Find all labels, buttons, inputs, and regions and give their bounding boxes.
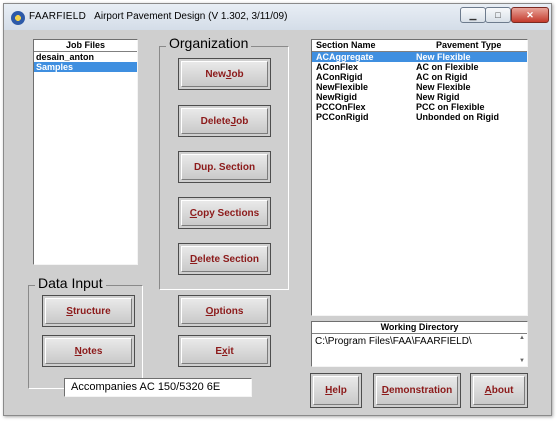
options-label-ul: O — [205, 305, 214, 317]
exit-button-label: Ex it — [181, 338, 268, 364]
section-list-header: Section Name Pavement Type — [312, 40, 527, 52]
exit-button[interactable]: Ex it — [178, 335, 271, 367]
section-row[interactable]: AConRigid AC on Rigid — [312, 72, 527, 82]
dup-section-label-pre: Dup. Section — [193, 161, 256, 173]
section-name: AConFlex — [316, 62, 359, 72]
help-button[interactable]: Help — [310, 373, 362, 408]
help-button-label: Help — [313, 376, 359, 405]
section-name: ACAggregate — [316, 52, 374, 62]
close-button[interactable]: ✕ — [511, 7, 549, 23]
section-name: NewRigid — [316, 92, 358, 102]
dup-section-button[interactable]: Dup. Section — [178, 151, 271, 183]
section-row[interactable]: NewFlexible New Flexible — [312, 82, 527, 92]
scroll-down-icon[interactable]: ▼ — [519, 358, 525, 364]
exit-label-pre: E — [215, 345, 222, 357]
structure-label-post: tructure — [72, 305, 111, 317]
structure-label-ul: S — [66, 305, 73, 317]
demonstration-button-label: Demonstration — [376, 376, 458, 405]
options-label-post: ptions — [213, 305, 244, 317]
section-name-column-header: Section Name — [316, 40, 376, 50]
section-row[interactable]: PCConRigid Unbonded on Rigid — [312, 112, 527, 122]
section-rows: ACAggregate New Flexible AConFlex AC on Fle… — [312, 52, 527, 122]
minimize-icon: ▁ — [469, 9, 477, 20]
delete-section-button-label: Delete Section — [181, 246, 268, 272]
notes-button[interactable]: Notes — [42, 335, 135, 367]
pavement-type: AC on Flexible — [416, 62, 479, 72]
help-label-post: elp — [332, 385, 347, 396]
maximize-icon: □ — [495, 10, 501, 20]
delete-job-button-label: Delete Job — [181, 108, 268, 134]
app-name: FAARFIELD — [29, 11, 87, 22]
new-job-label-pre: New — [205, 68, 226, 80]
about-label-ul: A — [484, 385, 492, 396]
about-label-post: bout — [491, 385, 514, 396]
pavement-type: PCC on Flexible — [416, 102, 485, 112]
section-name: NewFlexible — [316, 82, 369, 92]
copy-sections-label-ul: C — [189, 207, 197, 219]
section-row[interactable]: ACAggregate New Flexible — [312, 52, 527, 62]
pavement-type: New Rigid — [416, 92, 460, 102]
maximize-button[interactable]: □ — [485, 7, 511, 23]
new-job-button-label: New Job — [181, 61, 268, 87]
section-row[interactable]: PCCOnFlex PCC on Flexible — [312, 102, 527, 112]
pavement-type: AC on Rigid — [416, 72, 468, 82]
delete-section-button[interactable]: Delete Section — [178, 243, 271, 275]
scroll-up-icon[interactable]: ▲ — [519, 335, 525, 341]
demonstration-label-ul: D — [381, 385, 389, 396]
copy-sections-label-post: opy Sections — [196, 207, 260, 219]
notes-label-post: otes — [81, 345, 103, 357]
delete-job-label-pre: Delete — [200, 115, 231, 127]
copy-sections-button-label: Copy Sections — [181, 200, 268, 226]
structure-button-label: Structure — [45, 298, 132, 324]
window-title-text: Airport Pavement Design (V 1.302, 3/11/0… — [94, 11, 288, 22]
working-directory-box: Working Directory C:\Program Files\FAA\F… — [311, 321, 528, 367]
section-name: AConRigid — [316, 72, 363, 82]
copy-sections-button[interactable]: Copy Sections — [178, 197, 271, 229]
app-icon — [11, 11, 25, 25]
section-row[interactable]: NewRigid New Rigid — [312, 92, 527, 102]
minimize-button[interactable]: ▁ — [460, 7, 486, 23]
section-name: PCCOnFlex — [316, 102, 366, 112]
dup-section-button-label: Dup. Section — [181, 154, 268, 180]
pavement-type-column-header: Pavement Type — [436, 40, 502, 50]
section-list[interactable]: Section Name Pavement Type ACAggregate Ne… — [311, 39, 528, 316]
faarfield-window: FAARFIELD Airport Pavement Design (V 1.30… — [3, 3, 552, 416]
pavement-type: Unbonded on Rigid — [416, 112, 499, 122]
job-file-item[interactable]: desain_anton — [34, 52, 137, 62]
pavement-type: New Flexible — [416, 82, 471, 92]
section-name: PCConRigid — [316, 112, 369, 122]
help-label-ul: H — [325, 385, 333, 396]
demonstration-button[interactable]: Demonstration — [373, 373, 461, 408]
job-files-list[interactable]: Job Files desain_anton Samples — [33, 39, 138, 265]
new-job-label-post: ob — [231, 68, 244, 80]
job-files-rows: desain_anton Samples — [34, 52, 137, 72]
demonstration-label-post: emonstration — [388, 385, 453, 396]
working-directory-title: Working Directory — [312, 322, 527, 334]
options-button[interactable]: Options — [178, 295, 271, 327]
notes-label-ul: N — [74, 345, 82, 357]
accompanies-caption: Accompanies AC 150/5320 6E — [64, 378, 252, 397]
data-input-title: Data Input — [35, 275, 106, 291]
pavement-type: New Flexible — [416, 52, 471, 62]
organization-title: Organization — [166, 35, 252, 51]
window-title: FAARFIELD Airport Pavement Design (V 1.30… — [29, 11, 287, 22]
section-row[interactable]: AConFlex AC on Flexible — [312, 62, 527, 72]
close-icon: ✕ — [526, 9, 534, 20]
delete-section-label-post: elete Section — [197, 253, 259, 265]
about-button[interactable]: About — [470, 373, 528, 408]
job-files-header: Job Files — [34, 40, 137, 52]
exit-label-post: it — [227, 345, 234, 357]
structure-button[interactable]: Structure — [42, 295, 135, 327]
new-job-button[interactable]: New Job — [178, 58, 271, 90]
job-file-item[interactable]: Samples — [34, 62, 137, 72]
title-bar[interactable]: FAARFIELD Airport Pavement Design (V 1.30… — [4, 4, 551, 30]
about-button-label: About — [473, 376, 525, 405]
delete-job-button[interactable]: Delete Job — [178, 105, 271, 137]
notes-button-label: Notes — [45, 338, 132, 364]
delete-job-label-post: ob — [236, 115, 249, 127]
working-directory-path[interactable]: C:\Program Files\FAA\FAARFIELD\ — [312, 334, 527, 349]
options-button-label: Options — [181, 298, 268, 324]
delete-section-label-ul: D — [190, 253, 198, 265]
